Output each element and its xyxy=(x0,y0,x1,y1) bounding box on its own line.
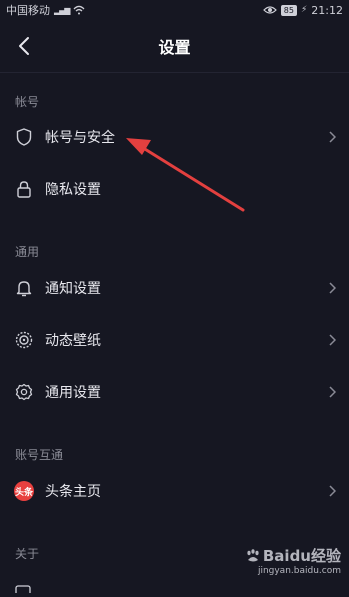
settings-item-label: 通知设置 xyxy=(45,281,101,297)
section-header-about: 关于 xyxy=(15,547,40,561)
settings-item-account-security[interactable]: 帐号与安全 xyxy=(0,112,349,162)
eye-icon xyxy=(262,6,277,14)
wifi-icon xyxy=(74,5,85,15)
chevron-right-icon xyxy=(327,129,337,145)
gear-icon xyxy=(14,382,34,402)
toutiao-logo-icon: 头条 xyxy=(14,481,34,501)
navigation-bar: 设置 xyxy=(0,20,349,73)
settings-item-label: 通用设置 xyxy=(45,385,101,401)
settings-item-general[interactable]: 通用设置 xyxy=(0,367,349,417)
carrier-label: 中国移动 xyxy=(6,4,50,17)
bell-icon xyxy=(14,278,34,298)
battery-indicator: 85 xyxy=(280,4,297,16)
settings-item-label: 隐私设置 xyxy=(45,182,101,198)
settings-item-live-wallpaper[interactable]: 动态壁纸 xyxy=(0,315,349,365)
watermark-brand: Baidu经验 xyxy=(211,545,341,566)
section-header-account-linking: 账号互通 xyxy=(15,448,64,462)
chevron-right-icon xyxy=(327,483,337,499)
settings-item-notifications[interactable]: 通知设置 xyxy=(0,263,349,313)
settings-item-label: 头条主页 xyxy=(45,484,101,500)
baidu-paw-icon xyxy=(247,548,259,561)
status-bar: 中国移动 ▂▄▆ 85 ⚡ 21:12 xyxy=(0,0,349,20)
partial-row-icon xyxy=(15,578,33,597)
section-header-general: 通用 xyxy=(15,245,40,259)
clock: 21:12 xyxy=(311,3,343,17)
live-wallpaper-icon xyxy=(14,330,34,350)
signal-icon: ▂▄▆ xyxy=(54,5,71,15)
page-title: 设置 xyxy=(158,38,191,57)
lock-icon xyxy=(14,179,34,199)
watermark-url: jingyan.baidu.com xyxy=(257,566,341,576)
chevron-right-icon xyxy=(327,280,337,296)
charging-icon: ⚡ xyxy=(300,5,308,15)
section-header-account: 帐号 xyxy=(15,95,40,109)
settings-item-label: 动态壁纸 xyxy=(45,333,101,349)
toutiao-logo: 头条 xyxy=(14,481,34,501)
status-right: 85 ⚡ 21:12 xyxy=(262,3,343,17)
back-button[interactable] xyxy=(10,32,38,60)
settings-item-privacy[interactable]: 隐私设置 xyxy=(0,164,349,214)
settings-item-toutiao-homepage[interactable]: 头条 头条主页 xyxy=(0,466,349,516)
status-left: 中国移动 ▂▄▆ xyxy=(6,2,85,18)
chevron-left-icon xyxy=(19,37,29,55)
watermark: Baidu经验 jingyan.baidu.com xyxy=(211,545,341,581)
shield-icon xyxy=(14,127,34,147)
settings-item-label: 帐号与安全 xyxy=(45,130,115,146)
watermark-brand-text: Baidu经验 xyxy=(262,547,341,565)
chevron-right-icon xyxy=(327,332,337,348)
chevron-right-icon xyxy=(327,384,337,400)
